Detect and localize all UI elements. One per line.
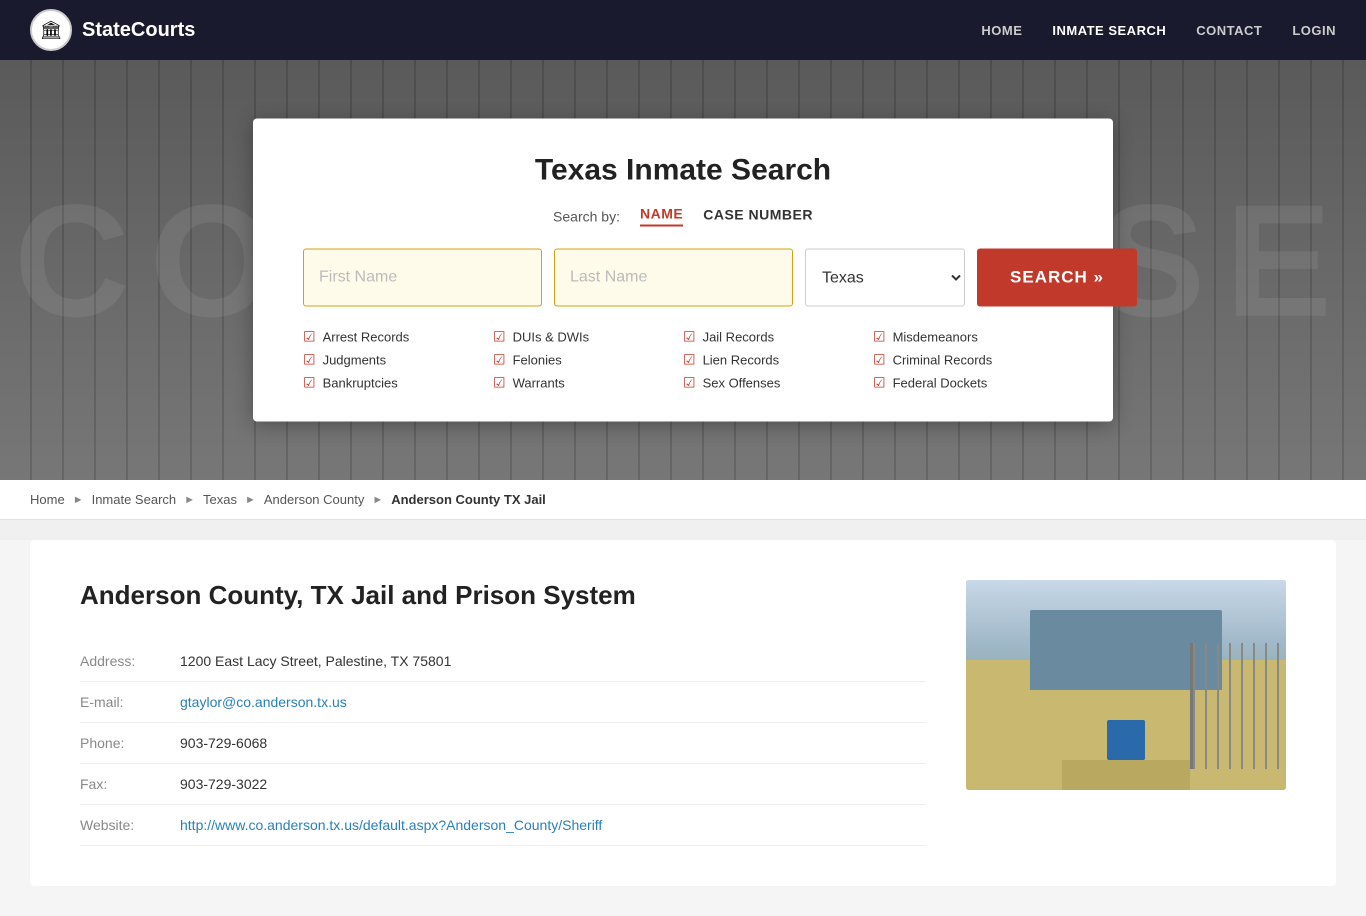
website-link[interactable]: http://www.co.anderson.tx.us/default.asp… (180, 817, 602, 833)
phone-row: Phone: 903-729-6068 (80, 723, 926, 764)
email-row: E-mail: gtaylor@co.anderson.tx.us (80, 682, 926, 723)
building-stairs (1062, 760, 1190, 790)
feature-label: Misdemeanors (893, 330, 978, 345)
feature-label: Lien Records (703, 353, 780, 368)
feature-label: Arrest Records (323, 330, 410, 345)
feature-label: Sex Offenses (703, 376, 781, 391)
feature-label: Judgments (323, 353, 387, 368)
check-icon: ☑ (873, 375, 886, 392)
search-card: Texas Inmate Search Search by: NAME CASE… (253, 119, 1113, 422)
search-by-label: Search by: (553, 208, 620, 224)
feature-label: Criminal Records (893, 353, 993, 368)
address-row: Address: 1200 East Lacy Street, Palestin… (80, 641, 926, 682)
breadcrumb-inmate-search[interactable]: Inmate Search (92, 492, 177, 507)
check-icon: ☑ (493, 329, 506, 346)
check-icon: ☑ (303, 375, 316, 392)
email-label: E-mail: (80, 694, 180, 710)
feature-sex-offenses: ☑ Sex Offenses (683, 375, 873, 392)
feature-warrants: ☑ Warrants (493, 375, 683, 392)
feature-misdemeanors: ☑ Misdemeanors (873, 329, 1063, 346)
email-link[interactable]: gtaylor@co.anderson.tx.us (180, 694, 347, 710)
search-title: Texas Inmate Search (303, 154, 1063, 188)
check-icon: ☑ (303, 329, 316, 346)
breadcrumb-texas[interactable]: Texas (203, 492, 237, 507)
breadcrumb: Home ► Inmate Search ► Texas ► Anderson … (0, 480, 1366, 520)
check-icon: ☑ (683, 329, 696, 346)
address-value: 1200 East Lacy Street, Palestine, TX 758… (180, 653, 451, 669)
phone-label: Phone: (80, 735, 180, 751)
search-inputs: AlabamaAlaskaArizonaArkansasCaliforniaCo… (303, 249, 1063, 307)
state-select[interactable]: AlabamaAlaskaArizonaArkansasCaliforniaCo… (805, 249, 965, 307)
building-fence (1190, 643, 1286, 769)
logo[interactable]: 🏛 StateCourts (30, 9, 195, 51)
nav-contact[interactable]: CONTACT (1196, 23, 1262, 38)
nav-login[interactable]: LOGIN (1292, 23, 1336, 38)
main-content: Anderson County, TX Jail and Prison Syst… (0, 540, 1366, 916)
breadcrumb-sep-4: ► (372, 494, 383, 506)
feature-arrest-records: ☑ Arrest Records (303, 329, 493, 346)
check-icon: ☑ (493, 352, 506, 369)
breadcrumb-sep-3: ► (245, 494, 256, 506)
search-by-row: Search by: NAME CASE NUMBER (303, 206, 1063, 227)
building-door (1107, 720, 1145, 760)
check-icon: ☑ (303, 352, 316, 369)
breadcrumb-current: Anderson County TX Jail (391, 492, 546, 507)
facility-image (966, 580, 1286, 790)
feature-duis: ☑ DUIs & DWIs (493, 329, 683, 346)
last-name-input[interactable] (554, 249, 793, 307)
hero-section: COURTHOUSE Texas Inmate Search Search by… (0, 60, 1366, 480)
phone-value: 903-729-6068 (180, 735, 267, 751)
nav-home[interactable]: HOME (981, 23, 1022, 38)
check-icon: ☑ (493, 375, 506, 392)
check-icon: ☑ (873, 329, 886, 346)
feature-federal-dockets: ☑ Federal Dockets (873, 375, 1063, 392)
check-icon: ☑ (683, 352, 696, 369)
search-button-label: SEARCH » (1010, 268, 1104, 288)
content-card: Anderson County, TX Jail and Prison Syst… (30, 540, 1336, 886)
breadcrumb-sep-2: ► (184, 494, 195, 506)
feature-jail-records: ☑ Jail Records (683, 329, 873, 346)
logo-text: StateCourts (82, 19, 195, 42)
feature-lien-records: ☑ Lien Records (683, 352, 873, 369)
check-icon: ☑ (683, 375, 696, 392)
check-icon: ☑ (873, 352, 886, 369)
building-background (966, 580, 1286, 790)
search-button[interactable]: SEARCH » (977, 249, 1137, 307)
feature-label: DUIs & DWIs (513, 330, 590, 345)
nav-inmate-search[interactable]: INMATE SEARCH (1052, 23, 1166, 38)
features-grid: ☑ Arrest Records ☑ DUIs & DWIs ☑ Jail Re… (303, 329, 1063, 392)
fax-label: Fax: (80, 776, 180, 792)
tab-name[interactable]: NAME (640, 206, 683, 227)
content-text: Anderson County, TX Jail and Prison Syst… (80, 580, 926, 846)
feature-label: Warrants (513, 376, 565, 391)
feature-label: Felonies (513, 353, 562, 368)
website-row: Website: http://www.co.anderson.tx.us/de… (80, 805, 926, 846)
feature-judgments: ☑ Judgments (303, 352, 493, 369)
fax-row: Fax: 903-729-3022 (80, 764, 926, 805)
breadcrumb-home[interactable]: Home (30, 492, 65, 507)
feature-criminal-records: ☑ Criminal Records (873, 352, 1063, 369)
feature-bankruptcies: ☑ Bankruptcies (303, 375, 493, 392)
feature-label: Jail Records (703, 330, 775, 345)
feature-label: Federal Dockets (893, 376, 988, 391)
feature-label: Bankruptcies (323, 376, 398, 391)
website-label: Website: (80, 817, 180, 833)
address-label: Address: (80, 653, 180, 669)
header: 🏛 StateCourts HOME INMATE SEARCH CONTACT… (0, 0, 1366, 60)
logo-icon: 🏛 (30, 9, 72, 51)
content-title: Anderson County, TX Jail and Prison Syst… (80, 580, 926, 611)
feature-felonies: ☑ Felonies (493, 352, 683, 369)
tab-case-number[interactable]: CASE NUMBER (703, 207, 813, 226)
nav: HOME INMATE SEARCH CONTACT LOGIN (981, 23, 1336, 38)
breadcrumb-anderson-county[interactable]: Anderson County (264, 492, 364, 507)
first-name-input[interactable] (303, 249, 542, 307)
breadcrumb-sep-1: ► (73, 494, 84, 506)
fax-value: 903-729-3022 (180, 776, 267, 792)
